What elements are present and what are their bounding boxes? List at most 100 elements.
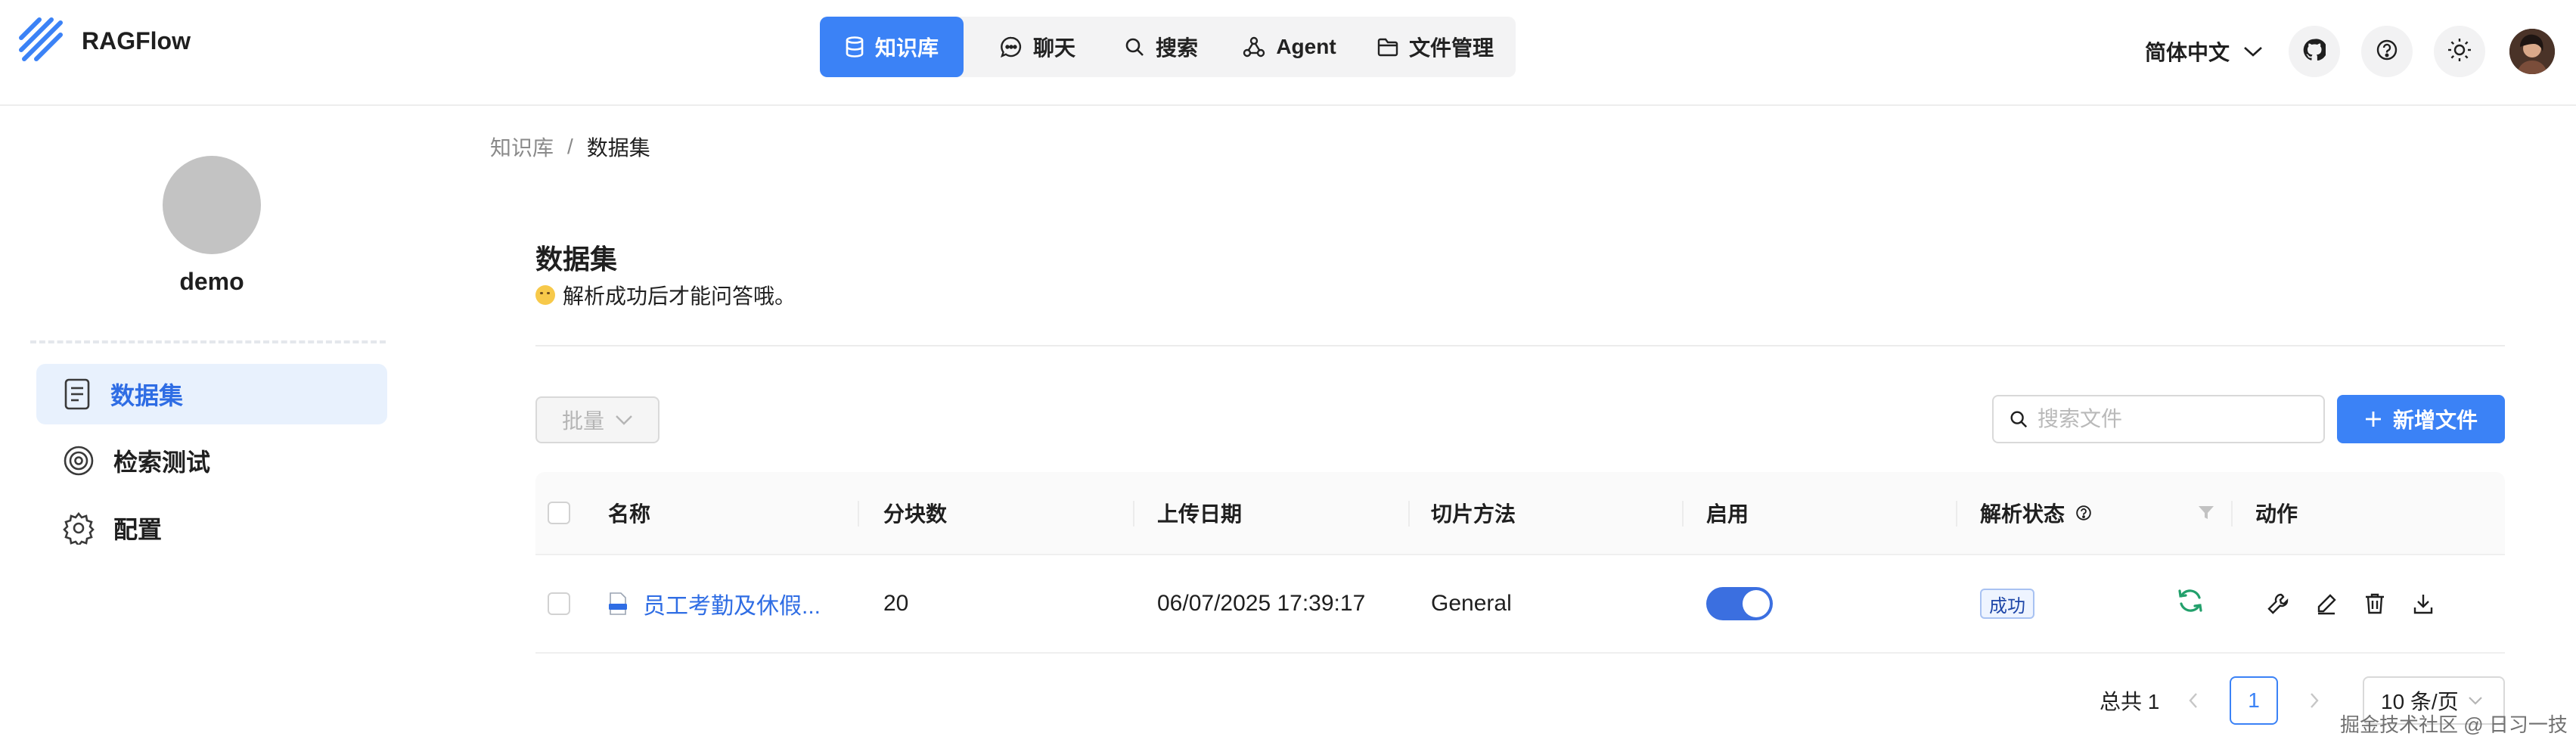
header-chunks[interactable]: 分块数	[883, 472, 947, 554]
prev-page-icon[interactable]	[2181, 688, 2205, 713]
sidebar-item-retrieval-test[interactable]: 检索测试	[36, 430, 387, 491]
sidebar: demo 数据集 检索测试 配置	[0, 106, 424, 755]
row-checkbox[interactable]	[548, 555, 570, 652]
github-icon	[2303, 38, 2327, 65]
nav-label: 聊天	[1032, 36, 1075, 60]
help-icon[interactable]	[2075, 505, 2092, 521]
header-parse-status-label: 解析状态	[1980, 502, 2065, 526]
page-title: 数据集	[535, 244, 618, 275]
file-search[interactable]	[1992, 395, 2325, 443]
chat-bubble-icon	[1000, 36, 1023, 58]
emoji-icon	[535, 285, 555, 305]
nav-label: 搜索	[1155, 36, 1198, 60]
next-page-icon[interactable]	[2302, 688, 2326, 713]
bulk-actions-button[interactable]: 批量	[535, 396, 660, 443]
nav-knowledge-base[interactable]: 知识库	[820, 17, 964, 77]
page-number-current[interactable]: 1	[2230, 676, 2278, 725]
column-separator	[1956, 501, 1957, 527]
gear-icon	[62, 511, 95, 545]
add-file-button[interactable]: 新增文件	[2337, 395, 2505, 443]
sidebar-item-configuration[interactable]: 配置	[36, 498, 387, 558]
search-icon	[1124, 36, 1145, 57]
breadcrumb: 知识库 / 数据集	[490, 132, 650, 162]
nav-chat[interactable]: 聊天	[971, 17, 1104, 77]
nav-agent[interactable]: Agent	[1218, 17, 1361, 77]
file-name-cell[interactable]: 员工考勤及休假...	[608, 555, 821, 652]
document-icon	[62, 378, 92, 411]
select-all-checkbox[interactable]	[548, 472, 570, 554]
sidebar-item-label: 数据集	[110, 382, 184, 409]
github-button[interactable]	[2289, 26, 2340, 77]
file-name-link[interactable]: 员工考勤及休假...	[643, 587, 821, 620]
watermark: 掘金技术社区 @ 日习一技	[2340, 713, 2568, 736]
language-label: 简体中文	[2145, 41, 2230, 64]
breadcrumb-parent[interactable]: 知识库	[490, 132, 554, 162]
search-icon	[2009, 409, 2028, 429]
dataset-name: demo	[179, 268, 244, 295]
column-separator	[1133, 501, 1134, 527]
breadcrumb-separator: /	[567, 135, 573, 158]
header-enabled[interactable]: 启用	[1706, 472, 1749, 554]
plus-icon	[2364, 410, 2382, 428]
sidebar-item-label: 配置	[113, 516, 163, 543]
edit-icon[interactable]	[2313, 590, 2340, 617]
main-nav: 知识库 聊天 搜索 Agent 文件管理	[820, 17, 1516, 77]
tool-icon[interactable]	[2264, 590, 2292, 617]
chunk-count: 20	[883, 591, 909, 616]
header-actions: 动作	[2255, 502, 2298, 526]
column-separator	[2231, 501, 2233, 527]
target-icon	[62, 444, 95, 477]
add-file-label: 新增文件	[2392, 409, 2478, 432]
theme-sun-icon	[2447, 37, 2472, 67]
ragflow-logo-icon	[17, 15, 65, 67]
status-badge-label: 成功	[1980, 589, 2034, 619]
user-avatar[interactable]	[2509, 29, 2555, 74]
table-header: 名称 分块数 上传日期 切片方法 启用 解析状态 动作	[535, 472, 2505, 555]
header-upload-date[interactable]: 上传日期	[1157, 472, 1242, 554]
help-icon	[2376, 39, 2398, 65]
table-row: 员工考勤及休假... 20 06/07/2025 17:39:17 Genera…	[535, 555, 2505, 654]
header-parse-status[interactable]: 解析状态	[1980, 472, 2092, 554]
nav-label: 文件管理	[1408, 36, 1494, 60]
delete-icon[interactable]	[2361, 590, 2388, 617]
chevron-down-icon	[2468, 696, 2483, 705]
column-separator	[1682, 501, 1684, 527]
doc-file-icon	[608, 592, 628, 615]
nav-search[interactable]: 搜索	[1104, 17, 1218, 77]
enabled-toggle[interactable]	[1706, 555, 1773, 652]
chunk-method[interactable]: General	[1431, 555, 1512, 652]
page-subtitle-text: 解析成功后才能问答哦。	[563, 284, 796, 308]
search-input[interactable]	[2036, 406, 2311, 432]
column-separator	[1408, 501, 1410, 527]
sidebar-item-dataset[interactable]: 数据集	[36, 364, 387, 424]
nav-file-management[interactable]: 文件管理	[1361, 17, 1510, 77]
top-bar: RAGFlow 知识库 聊天 搜索 Agent 文件管理 简体中文	[0, 0, 2576, 106]
nav-label: 知识库	[874, 36, 939, 60]
breadcrumb-current: 数据集	[586, 136, 650, 160]
header-name[interactable]: 名称	[608, 472, 650, 554]
bulk-label: 批量	[561, 409, 604, 433]
page-subtitle: 解析成功后才能问答哦。	[535, 280, 796, 310]
reparse-button[interactable]	[2175, 555, 2205, 652]
column-separator	[858, 501, 859, 527]
filter-icon[interactable]	[2198, 472, 2214, 554]
chevron-down-icon	[615, 415, 633, 425]
database-icon	[845, 36, 864, 57]
brand[interactable]: RAGFlow	[17, 17, 191, 65]
agent-graph-icon	[1243, 36, 1265, 58]
folder-icon	[1377, 37, 1398, 57]
status-badge: 成功	[1980, 555, 2034, 652]
sidebar-item-label: 检索测试	[113, 449, 211, 476]
download-icon[interactable]	[2410, 590, 2437, 617]
help-button[interactable]	[2361, 26, 2413, 77]
upload-date: 06/07/2025 17:39:17	[1157, 591, 1366, 616]
theme-toggle-button[interactable]	[2434, 26, 2485, 77]
brand-name: RAGFlow	[82, 26, 191, 54]
chevron-down-icon	[2243, 45, 2263, 57]
nav-label: Agent	[1276, 35, 1336, 58]
dataset-avatar	[163, 156, 261, 254]
content-divider	[535, 345, 2505, 346]
language-selector[interactable]: 简体中文	[2145, 29, 2263, 74]
sidebar-divider	[30, 340, 386, 343]
header-chunk-method[interactable]: 切片方法	[1431, 472, 1516, 554]
